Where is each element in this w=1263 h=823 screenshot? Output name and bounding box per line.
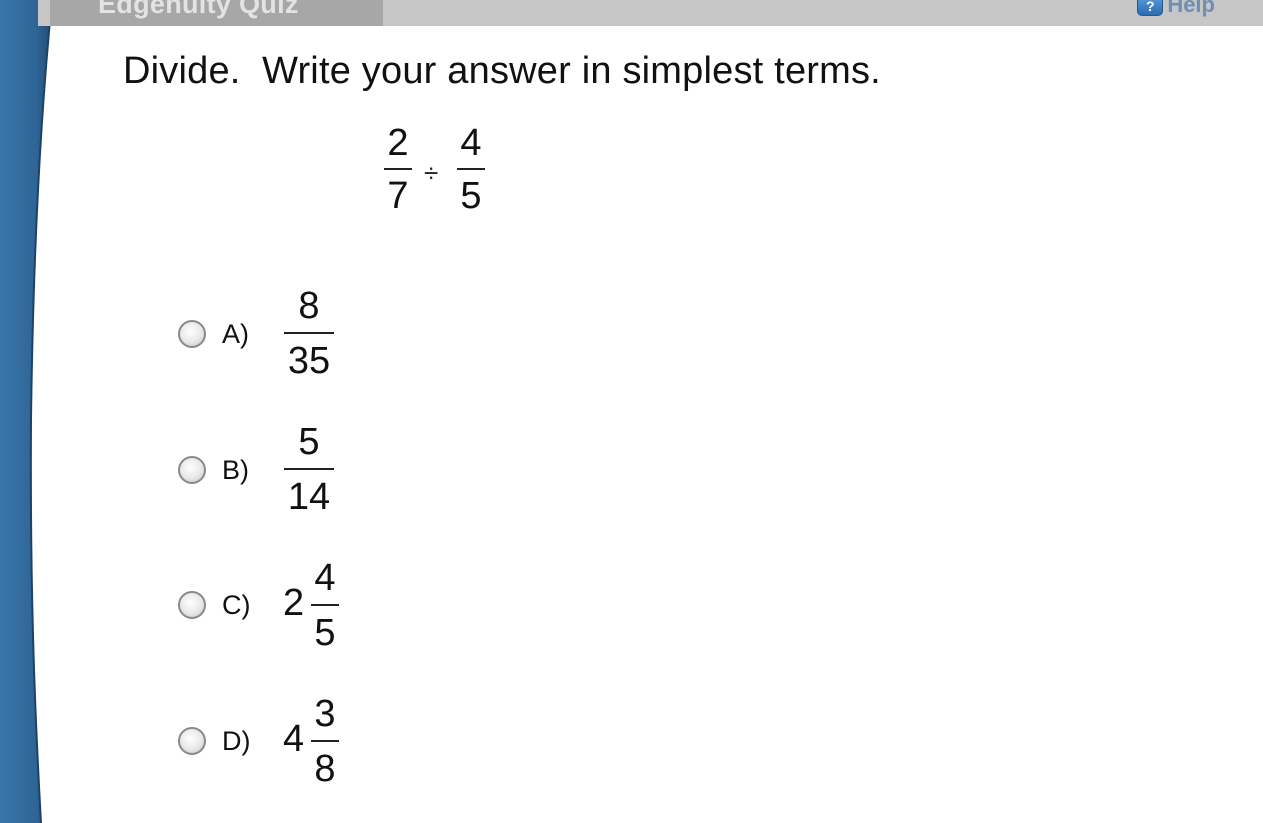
choice-letter: D) [222, 726, 251, 756]
choice-letter: A) [222, 319, 249, 349]
fraction-bar [384, 168, 412, 170]
choice-b-fraction: 5 14 [284, 423, 334, 516]
numerator: 5 [298, 421, 320, 463]
numerator: 3 [314, 693, 336, 735]
denominator: 5 [460, 175, 482, 217]
choice-d-whole-number: 4 [283, 718, 305, 760]
denominator: 5 [314, 612, 336, 654]
choice-c-fraction: 4 5 [311, 559, 339, 652]
choice-c-whole-number: 2 [283, 582, 305, 624]
denominator: 14 [287, 476, 331, 518]
numerator: 2 [387, 122, 409, 164]
radio-button-c[interactable] [178, 591, 206, 619]
fraction-bar [284, 468, 334, 470]
denominator: 7 [387, 175, 409, 217]
choice-d-fraction: 3 8 [311, 695, 339, 788]
fraction-bar [311, 740, 339, 742]
radio-button-a[interactable] [178, 320, 206, 348]
numerator: 4 [314, 557, 336, 599]
problem-right-fraction: 4 5 [457, 124, 485, 215]
help-icon: ? [1137, 0, 1164, 16]
help-button[interactable]: ? Help [1137, 0, 1215, 16]
numerator: 4 [460, 122, 482, 164]
choice-letter: B) [222, 455, 249, 485]
radio-button-b[interactable] [178, 456, 206, 484]
choice-a-fraction: 8 35 [284, 287, 334, 380]
help-label: Help [1167, 0, 1215, 17]
question-text: Divide. Write your answer in simplest te… [123, 50, 881, 92]
denominator: 35 [287, 340, 331, 382]
denominator: 8 [314, 748, 336, 790]
fraction-bar [284, 332, 334, 334]
quiz-title: Edgenuity Quiz [98, 0, 299, 19]
side-frame [0, 0, 53, 823]
fraction-bar [457, 168, 485, 170]
numerator: 8 [298, 285, 320, 327]
choice-letter: C) [222, 590, 251, 620]
fraction-bar [311, 604, 339, 606]
radio-button-d[interactable] [178, 727, 206, 755]
division-sign: ÷ [424, 158, 439, 188]
problem-left-fraction: 2 7 [384, 124, 412, 215]
